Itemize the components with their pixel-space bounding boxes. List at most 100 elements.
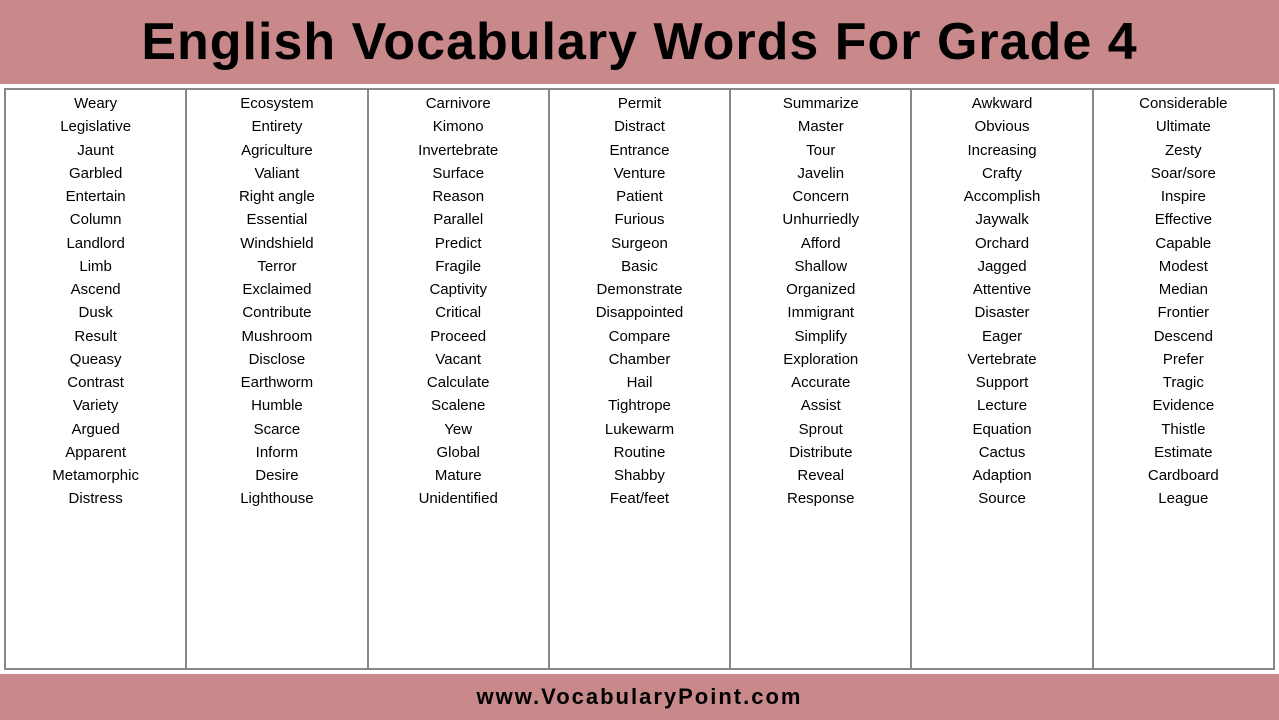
- vocab-word: Mushroom: [187, 325, 366, 348]
- vocab-word: Considerable: [1094, 92, 1273, 115]
- vocab-word: Scarce: [187, 418, 366, 441]
- vocab-word: Obvious: [912, 115, 1091, 138]
- vocab-word: Distress: [6, 487, 185, 510]
- vocab-word: Windshield: [187, 232, 366, 255]
- vocab-word: Shabby: [550, 464, 729, 487]
- vocab-word: Captivity: [369, 278, 548, 301]
- vocab-word: Inspire: [1094, 185, 1273, 208]
- vocab-word: Desire: [187, 464, 366, 487]
- vocab-word: Routine: [550, 441, 729, 464]
- vocab-word: Carnivore: [369, 92, 548, 115]
- vocab-word: Lighthouse: [187, 487, 366, 510]
- vocab-word: Disaster: [912, 301, 1091, 324]
- vocab-word: Patient: [550, 185, 729, 208]
- vocab-word: Venture: [550, 162, 729, 185]
- vocab-word: Attentive: [912, 278, 1091, 301]
- vocab-word: Unidentified: [369, 487, 548, 510]
- vocab-word: Distract: [550, 115, 729, 138]
- website-url: www.VocabularyPoint.com: [10, 684, 1269, 710]
- vocab-word: Source: [912, 487, 1091, 510]
- vocab-word: Estimate: [1094, 441, 1273, 464]
- vocab-word: Prefer: [1094, 348, 1273, 371]
- vocab-word: Awkward: [912, 92, 1091, 115]
- vocab-word: Summarize: [731, 92, 910, 115]
- vocab-word: Contribute: [187, 301, 366, 324]
- vocab-word: Assist: [731, 394, 910, 417]
- vocab-word: Descend: [1094, 325, 1273, 348]
- page-wrapper: English Vocabulary Words For Grade 4 Wea…: [0, 0, 1279, 720]
- vocab-word: Accurate: [731, 371, 910, 394]
- vocab-word: Accomplish: [912, 185, 1091, 208]
- vocab-word: Dusk: [6, 301, 185, 324]
- vocab-word: Fragile: [369, 255, 548, 278]
- vocab-word: Furious: [550, 208, 729, 231]
- vocab-word: Response: [731, 487, 910, 510]
- vocab-word: Queasy: [6, 348, 185, 371]
- vocab-word: Apparent: [6, 441, 185, 464]
- vocab-word: Yew: [369, 418, 548, 441]
- vocab-word: Evidence: [1094, 394, 1273, 417]
- vocab-word: Metamorphic: [6, 464, 185, 487]
- vocab-word: Frontier: [1094, 301, 1273, 324]
- vocab-word: Javelin: [731, 162, 910, 185]
- vocab-word: Weary: [6, 92, 185, 115]
- vocab-word: Modest: [1094, 255, 1273, 278]
- vocab-word: Thistle: [1094, 418, 1273, 441]
- vocab-word: Soar/sore: [1094, 162, 1273, 185]
- vocabulary-table: WearyLegislativeJauntGarbledEntertainCol…: [4, 88, 1275, 670]
- vocab-word: Calculate: [369, 371, 548, 394]
- vocab-word: Exclaimed: [187, 278, 366, 301]
- vocab-word: Distribute: [731, 441, 910, 464]
- vocab-word: Unhurriedly: [731, 208, 910, 231]
- vocab-word: Basic: [550, 255, 729, 278]
- vocab-word: Result: [6, 325, 185, 348]
- vocab-word: Vertebrate: [912, 348, 1091, 371]
- vocab-word: Landlord: [6, 232, 185, 255]
- vocab-word: Right angle: [187, 185, 366, 208]
- vocab-word: Essential: [187, 208, 366, 231]
- vocab-word: Support: [912, 371, 1091, 394]
- vocab-word: Limb: [6, 255, 185, 278]
- vocab-word: Lukewarm: [550, 418, 729, 441]
- vocab-column-7: ConsiderableUltimateZestySoar/soreInspir…: [1094, 90, 1273, 668]
- vocab-word: Kimono: [369, 115, 548, 138]
- vocab-word: Entrance: [550, 139, 729, 162]
- vocab-word: Orchard: [912, 232, 1091, 255]
- vocab-word: Jaunt: [6, 139, 185, 162]
- vocab-word: Valiant: [187, 162, 366, 185]
- vocab-word: Mature: [369, 464, 548, 487]
- vocab-word: Variety: [6, 394, 185, 417]
- vocab-word: Predict: [369, 232, 548, 255]
- vocab-word: Immigrant: [731, 301, 910, 324]
- vocab-word: Ultimate: [1094, 115, 1273, 138]
- vocab-word: Inform: [187, 441, 366, 464]
- vocab-word: Surgeon: [550, 232, 729, 255]
- vocab-word: Lecture: [912, 394, 1091, 417]
- vocab-word: Entirety: [187, 115, 366, 138]
- vocab-word: Entertain: [6, 185, 185, 208]
- vocab-word: Global: [369, 441, 548, 464]
- vocab-word: Feat/feet: [550, 487, 729, 510]
- vocab-word: Ecosystem: [187, 92, 366, 115]
- vocab-word: Effective: [1094, 208, 1273, 231]
- vocab-column-6: AwkwardObviousIncreasingCraftyAccomplish…: [912, 90, 1093, 668]
- vocab-word: Reason: [369, 185, 548, 208]
- vocab-word: Afford: [731, 232, 910, 255]
- vocab-word: Master: [731, 115, 910, 138]
- vocab-word: Ascend: [6, 278, 185, 301]
- vocab-word: Median: [1094, 278, 1273, 301]
- vocab-word: Critical: [369, 301, 548, 324]
- vocab-word: Compare: [550, 325, 729, 348]
- vocab-word: Increasing: [912, 139, 1091, 162]
- vocab-column-1: WearyLegislativeJauntGarbledEntertainCol…: [6, 90, 187, 668]
- vocab-column-5: SummarizeMasterTourJavelinConcernUnhurri…: [731, 90, 912, 668]
- header: English Vocabulary Words For Grade 4: [0, 0, 1279, 84]
- vocab-word: Terror: [187, 255, 366, 278]
- vocab-word: Cardboard: [1094, 464, 1273, 487]
- vocab-word: Exploration: [731, 348, 910, 371]
- vocab-word: Disclose: [187, 348, 366, 371]
- vocab-word: Contrast: [6, 371, 185, 394]
- vocab-word: Chamber: [550, 348, 729, 371]
- vocab-column-2: EcosystemEntiretyAgricultureValiantRight…: [187, 90, 368, 668]
- page-title: English Vocabulary Words For Grade 4: [10, 12, 1269, 72]
